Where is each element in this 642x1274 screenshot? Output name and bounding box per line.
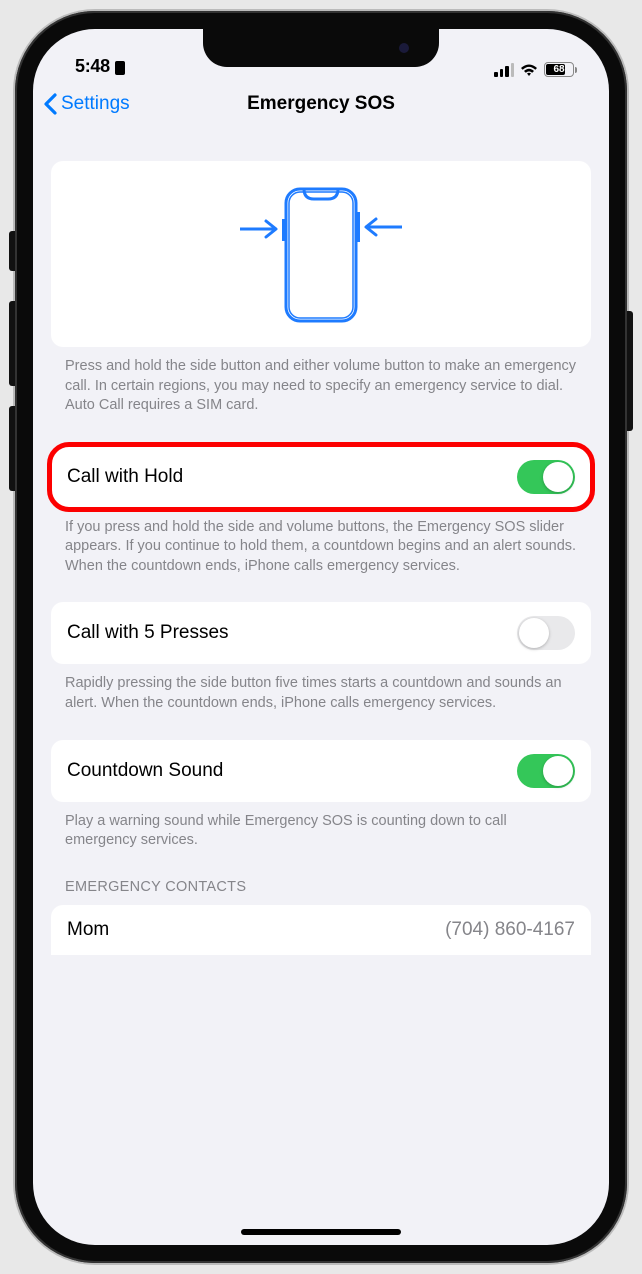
back-button[interactable]: Settings — [43, 93, 130, 115]
illustration-footer-text: Press and hold the side button and eithe… — [51, 347, 591, 416]
call-with-5-label: Call with 5 Presses — [67, 622, 229, 644]
battery-icon: 68 — [544, 62, 577, 77]
page-title: Emergency SOS — [247, 93, 395, 115]
call-with-hold-row[interactable]: Call with Hold — [51, 446, 591, 508]
screen: 5:48 68 — [33, 29, 609, 1245]
call-with-hold-footer: If you press and hold the side and volum… — [51, 508, 591, 577]
content-scroll[interactable]: Press and hold the side button and eithe… — [33, 129, 609, 1245]
call-with-hold-label: Call with Hold — [67, 466, 183, 488]
call-with-5-footer: Rapidly pressing the side button five ti… — [51, 664, 591, 713]
chevron-left-icon — [43, 93, 57, 115]
phone-press-illustration — [206, 179, 436, 329]
call-with-5-toggle[interactable] — [517, 616, 575, 650]
nav-bar: Settings Emergency SOS — [33, 79, 609, 129]
battery-percent: 68 — [553, 64, 564, 75]
status-time: 5:48 — [75, 56, 110, 77]
contact-phone: (704) 860-4167 — [445, 919, 575, 941]
rotation-lock-icon — [113, 58, 127, 76]
device-frame: 5:48 68 — [15, 11, 627, 1263]
countdown-sound-toggle[interactable] — [517, 754, 575, 788]
call-with-hold-toggle[interactable] — [517, 460, 575, 494]
cellular-signal-icon — [494, 63, 514, 77]
sos-illustration-card — [51, 161, 591, 347]
wifi-icon — [520, 63, 538, 77]
countdown-sound-row[interactable]: Countdown Sound — [51, 740, 591, 802]
back-label: Settings — [61, 93, 130, 115]
countdown-sound-footer: Play a warning sound while Emergency SOS… — [51, 802, 591, 851]
call-with-5-row[interactable]: Call with 5 Presses — [51, 602, 591, 664]
contact-name: Mom — [67, 919, 109, 941]
notch — [203, 29, 439, 67]
home-indicator[interactable] — [241, 1229, 401, 1235]
emergency-contact-row[interactable]: Mom (704) 860-4167 — [51, 905, 591, 955]
emergency-contacts-header: EMERGENCY CONTACTS — [51, 851, 591, 901]
countdown-sound-label: Countdown Sound — [67, 760, 223, 782]
